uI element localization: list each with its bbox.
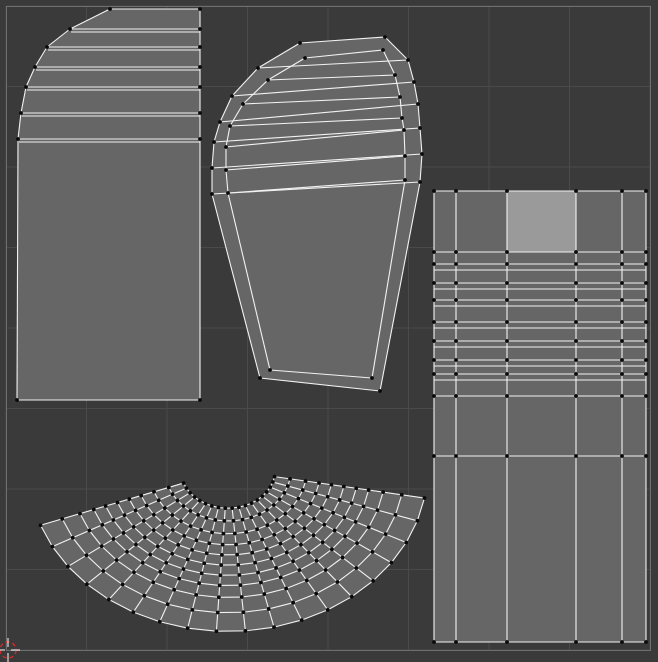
selected-face xyxy=(507,191,576,252)
uv-island-collar-arc[interactable] xyxy=(38,474,427,634)
uv-island-sleeve-left[interactable] xyxy=(15,7,202,402)
uv-island-sleeve-right[interactable] xyxy=(210,35,424,393)
uv-editor-viewport[interactable] xyxy=(0,0,658,662)
uv-island-body-grid[interactable] xyxy=(432,189,648,644)
